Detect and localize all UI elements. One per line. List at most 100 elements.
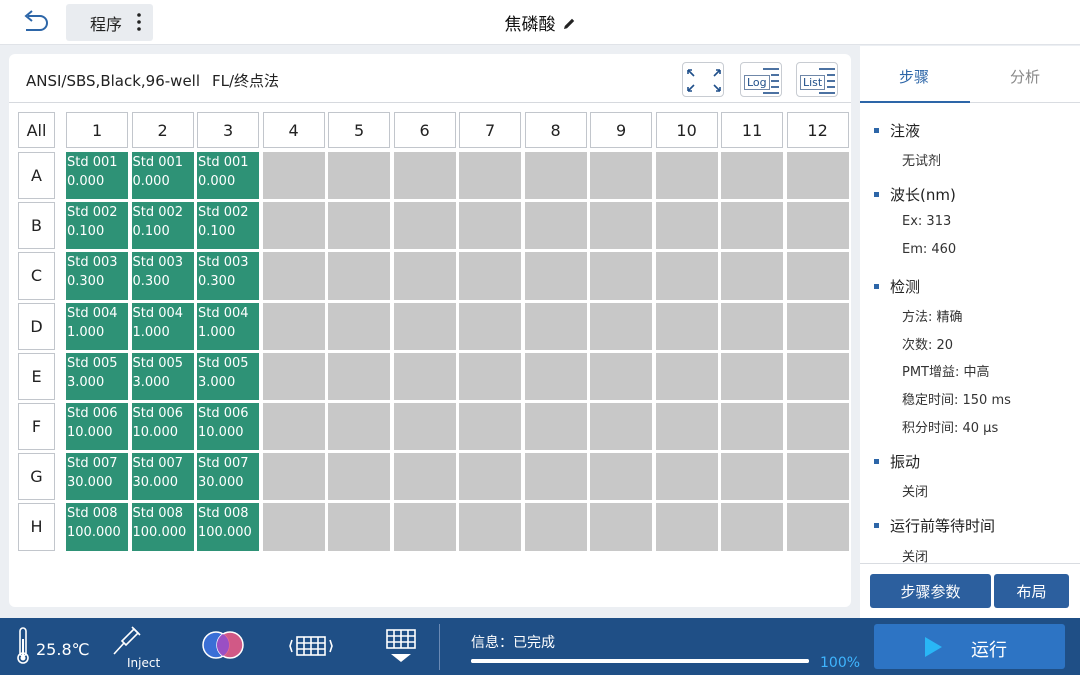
column-header-5[interactable]: 5 bbox=[328, 112, 391, 148]
well-F1[interactable]: Std 006 10.000 bbox=[66, 403, 129, 451]
well-D6[interactable] bbox=[393, 302, 456, 350]
well-H9[interactable] bbox=[590, 503, 653, 551]
well-D5[interactable] bbox=[328, 302, 391, 350]
expand-button[interactable] bbox=[682, 62, 724, 97]
well-A12[interactable] bbox=[786, 152, 849, 200]
well-D8[interactable] bbox=[524, 302, 587, 350]
well-C11[interactable] bbox=[721, 252, 784, 300]
row-header-C[interactable]: C bbox=[18, 252, 55, 300]
well-G8[interactable] bbox=[524, 453, 587, 501]
well-E11[interactable] bbox=[721, 352, 784, 400]
well-E2[interactable]: Std 005 3.000 bbox=[131, 352, 194, 400]
well-H4[interactable] bbox=[262, 503, 325, 551]
well-B5[interactable] bbox=[328, 202, 391, 250]
well-A6[interactable] bbox=[393, 152, 456, 200]
well-H12[interactable] bbox=[786, 503, 849, 551]
run-button[interactable]: 运行 bbox=[874, 624, 1065, 669]
tab-steps[interactable]: 步骤 bbox=[899, 66, 929, 87]
well-E8[interactable] bbox=[524, 352, 587, 400]
well-F9[interactable] bbox=[590, 403, 653, 451]
well-F11[interactable] bbox=[721, 403, 784, 451]
well-G10[interactable] bbox=[655, 453, 718, 501]
well-D3[interactable]: Std 004 1.000 bbox=[197, 302, 260, 350]
row-header-E[interactable]: E bbox=[18, 352, 55, 400]
well-E4[interactable] bbox=[262, 352, 325, 400]
row-header-B[interactable]: B bbox=[18, 202, 55, 250]
well-A7[interactable] bbox=[459, 152, 522, 200]
well-D2[interactable]: Std 004 1.000 bbox=[131, 302, 194, 350]
well-H7[interactable] bbox=[459, 503, 522, 551]
well-A11[interactable] bbox=[721, 152, 784, 200]
well-G2[interactable]: Std 007 30.000 bbox=[131, 453, 194, 501]
well-B12[interactable] bbox=[786, 202, 849, 250]
well-D11[interactable] bbox=[721, 302, 784, 350]
well-B3[interactable]: Std 002 0.100 bbox=[197, 202, 260, 250]
well-B10[interactable] bbox=[655, 202, 718, 250]
well-F10[interactable] bbox=[655, 403, 718, 451]
well-C8[interactable] bbox=[524, 252, 587, 300]
well-B7[interactable] bbox=[459, 202, 522, 250]
well-H8[interactable] bbox=[524, 503, 587, 551]
edit-pencil-icon[interactable] bbox=[562, 17, 576, 31]
well-C2[interactable]: Std 003 0.300 bbox=[131, 252, 194, 300]
well-E1[interactable]: Std 005 3.000 bbox=[66, 352, 129, 400]
well-E10[interactable] bbox=[655, 352, 718, 400]
column-header-4[interactable]: 4 bbox=[262, 112, 325, 148]
well-C4[interactable] bbox=[262, 252, 325, 300]
well-G12[interactable] bbox=[786, 453, 849, 501]
column-header-9[interactable]: 9 bbox=[590, 112, 653, 148]
row-header-G[interactable]: G bbox=[18, 453, 55, 501]
well-A9[interactable] bbox=[590, 152, 653, 200]
row-header-F[interactable]: F bbox=[18, 403, 55, 451]
well-D4[interactable] bbox=[262, 302, 325, 350]
well-F6[interactable] bbox=[393, 403, 456, 451]
column-header-7[interactable]: 7 bbox=[459, 112, 522, 148]
well-C1[interactable]: Std 003 0.300 bbox=[66, 252, 129, 300]
steps-list[interactable]: 注液 无试剂 波长(nm) Ex: 313 Em: 460 检测 方法: 精确 … bbox=[860, 104, 1080, 564]
well-B1[interactable]: Std 002 0.100 bbox=[66, 202, 129, 250]
row-header-A[interactable]: A bbox=[18, 152, 55, 200]
well-B8[interactable] bbox=[524, 202, 587, 250]
column-header-6[interactable]: 6 bbox=[393, 112, 456, 148]
well-C7[interactable] bbox=[459, 252, 522, 300]
well-H2[interactable]: Std 008 100.000 bbox=[131, 503, 194, 551]
well-G6[interactable] bbox=[393, 453, 456, 501]
well-E3[interactable]: Std 005 3.000 bbox=[197, 352, 260, 400]
column-header-1[interactable]: 1 bbox=[66, 112, 129, 148]
tab-analysis[interactable]: 分析 bbox=[1010, 66, 1040, 87]
well-D1[interactable]: Std 004 1.000 bbox=[66, 302, 129, 350]
list-view-button[interactable]: List bbox=[796, 62, 838, 97]
well-C6[interactable] bbox=[393, 252, 456, 300]
well-B4[interactable] bbox=[262, 202, 325, 250]
well-D10[interactable] bbox=[655, 302, 718, 350]
well-G3[interactable]: Std 007 30.000 bbox=[197, 453, 260, 501]
well-G7[interactable] bbox=[459, 453, 522, 501]
well-C10[interactable] bbox=[655, 252, 718, 300]
well-F7[interactable] bbox=[459, 403, 522, 451]
well-C9[interactable] bbox=[590, 252, 653, 300]
fluorescence-icon[interactable] bbox=[201, 628, 245, 662]
inject-button[interactable]: Inject bbox=[112, 626, 162, 670]
well-E7[interactable] bbox=[459, 352, 522, 400]
column-header-11[interactable]: 11 bbox=[721, 112, 784, 148]
well-F4[interactable] bbox=[262, 403, 325, 451]
well-F2[interactable]: Std 006 10.000 bbox=[131, 403, 194, 451]
well-H3[interactable]: Std 008 100.000 bbox=[197, 503, 260, 551]
well-E9[interactable] bbox=[590, 352, 653, 400]
well-A5[interactable] bbox=[328, 152, 391, 200]
column-header-3[interactable]: 3 bbox=[197, 112, 260, 148]
well-E6[interactable] bbox=[393, 352, 456, 400]
column-header-12[interactable]: 12 bbox=[786, 112, 849, 148]
layout-button[interactable]: 布局 bbox=[994, 574, 1069, 608]
well-H10[interactable] bbox=[655, 503, 718, 551]
well-A3[interactable]: Std 001 0.000 bbox=[197, 152, 260, 200]
well-G11[interactable] bbox=[721, 453, 784, 501]
well-C3[interactable]: Std 003 0.300 bbox=[197, 252, 260, 300]
well-B6[interactable] bbox=[393, 202, 456, 250]
column-header-10[interactable]: 10 bbox=[655, 112, 718, 148]
column-header-8[interactable]: 8 bbox=[524, 112, 587, 148]
well-C12[interactable] bbox=[786, 252, 849, 300]
well-A8[interactable] bbox=[524, 152, 587, 200]
well-H5[interactable] bbox=[328, 503, 391, 551]
well-E5[interactable] bbox=[328, 352, 391, 400]
